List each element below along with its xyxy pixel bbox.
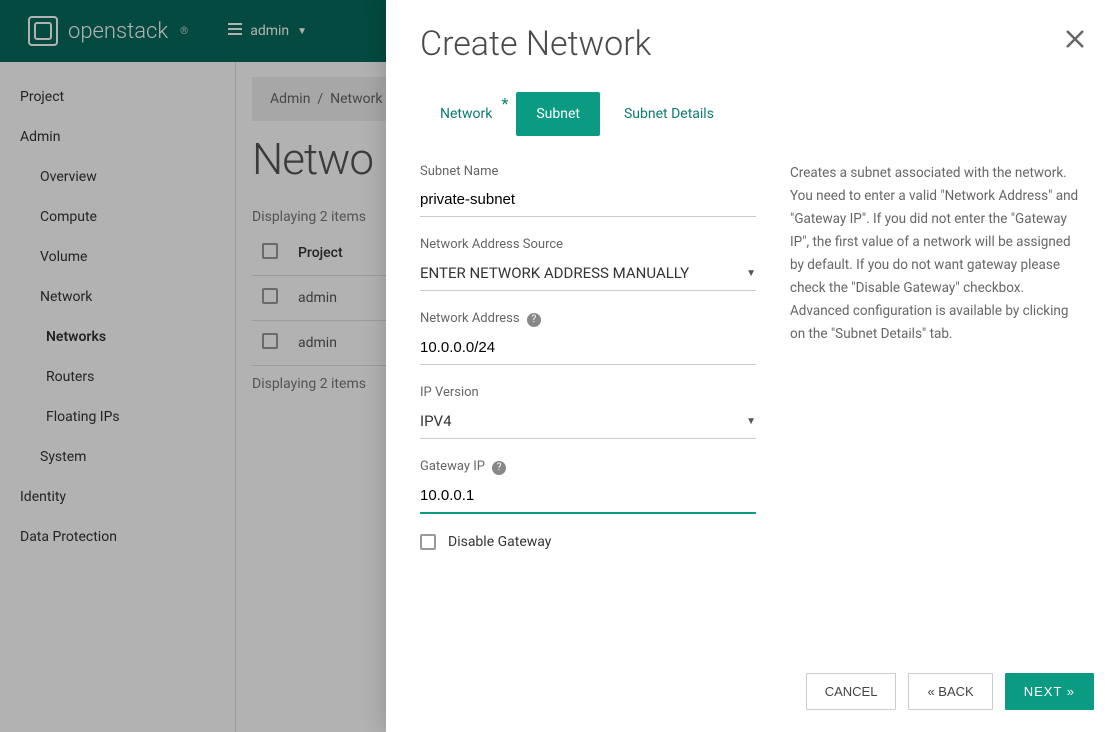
disable-gateway-row[interactable]: Disable Gateway [420,534,756,550]
subnet-name-input[interactable] [420,183,756,217]
caret-down-icon: ▼ [746,416,756,427]
address-source-label: Network Address Source [420,237,756,252]
create-network-modal: Create Network Network * Subnet Subnet D… [386,0,1120,732]
tab-subnet-details[interactable]: Subnet Details [604,92,734,136]
ip-version-label: IP Version [420,385,756,400]
gateway-input[interactable] [420,479,756,514]
back-button[interactable]: « BACK [908,673,992,710]
address-source-select[interactable]: Enter Network Address Manually ▼ [420,256,756,291]
gateway-label: Gateway IP ? [420,459,756,475]
close-icon[interactable] [1064,24,1086,57]
modal-help-text: Creates a subnet associated with the net… [790,162,1086,346]
disable-gateway-checkbox[interactable] [420,534,436,550]
subnet-name-label: Subnet Name [420,164,756,179]
network-address-input[interactable] [420,331,756,365]
ip-version-select[interactable]: IPv4 ▼ [420,404,756,439]
address-source-value: Enter Network Address Manually [420,264,689,282]
next-button[interactable]: NEXT » [1005,673,1094,710]
disable-gateway-label: Disable Gateway [448,534,551,550]
modal-footer: CANCEL « BACK NEXT » [386,659,1120,732]
tab-subnet[interactable]: Subnet [516,92,600,136]
help-icon[interactable]: ? [492,461,506,475]
modal-title: Create Network [420,24,651,64]
modal-tabs: Network * Subnet Subnet Details [420,92,756,136]
required-star-icon: * [501,94,508,113]
help-icon[interactable]: ? [527,313,541,327]
tab-network[interactable]: Network * [420,92,512,136]
caret-down-icon: ▼ [746,268,756,279]
cancel-button[interactable]: CANCEL [806,673,897,710]
ip-version-value: IPv4 [420,412,452,430]
network-address-label: Network Address ? [420,311,756,327]
